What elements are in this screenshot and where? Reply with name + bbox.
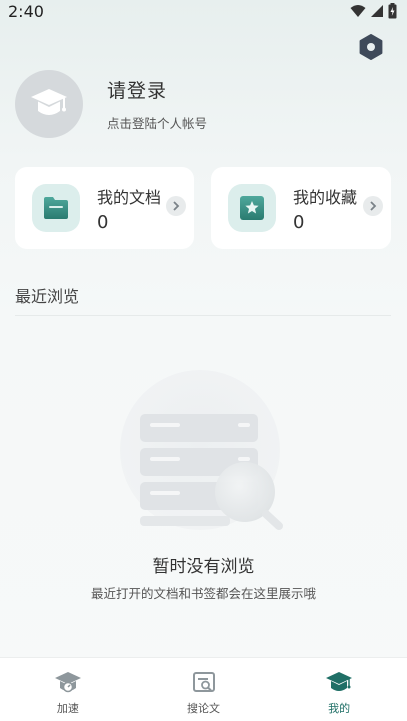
my-favorites-chevron[interactable] <box>363 196 383 216</box>
graduation-cap-speed-icon <box>54 672 81 693</box>
empty-state-illustration <box>113 368 293 538</box>
documents-icon-tile <box>32 184 80 232</box>
battery-icon <box>388 3 397 19</box>
star-bookmark-icon <box>240 196 264 220</box>
graduation-cap-icon <box>326 672 353 691</box>
tab-mine[interactable]: 我的 <box>271 658 407 721</box>
tab-search-papers[interactable]: 搜论文 <box>136 658 272 721</box>
bottom-tab-bar: 加速 搜论文 我的 <box>0 657 407 721</box>
graduation-cap-icon <box>31 89 67 115</box>
tab-accelerate-label: 加速 <box>56 702 79 715</box>
my-favorites-card[interactable]: 我的收藏 0 <box>211 167 391 249</box>
my-documents-card[interactable]: 我的文档 0 <box>15 167 194 249</box>
favorites-icon-tile <box>228 184 276 232</box>
empty-state-title: 暂时没有浏览 <box>152 557 255 577</box>
recent-section-title: 最近浏览 <box>15 287 80 306</box>
status-bar: 2:40 <box>0 0 407 22</box>
profile-header[interactable]: 请登录 点击登陆个人帐号 <box>15 70 207 138</box>
settings-hexagon-icon <box>359 34 383 60</box>
wifi-icon <box>350 5 366 17</box>
folder-icon <box>44 197 68 219</box>
my-favorites-count: 0 <box>293 211 305 233</box>
signal-icon <box>371 5 383 17</box>
my-favorites-title: 我的收藏 <box>293 187 358 207</box>
avatar[interactable] <box>15 70 83 138</box>
my-documents-count: 0 <box>97 211 109 233</box>
tab-search-papers-label: 搜论文 <box>187 702 220 715</box>
tab-mine-label: 我的 <box>328 702 351 715</box>
chevron-right-icon <box>370 201 377 211</box>
empty-server-search-icon <box>120 370 283 530</box>
section-divider <box>15 315 391 316</box>
my-documents-title: 我的文档 <box>97 187 162 207</box>
login-subtitle: 点击登陆个人帐号 <box>107 116 208 131</box>
status-time: 2:40 <box>8 1 44 21</box>
my-documents-chevron[interactable] <box>166 196 186 216</box>
status-icons <box>350 3 397 19</box>
search-paper-icon <box>192 672 215 692</box>
tab-accelerate[interactable]: 加速 <box>0 658 136 721</box>
settings-button[interactable] <box>357 33 385 61</box>
empty-state-description: 最近打开的文档和书签都会在这里展示哦 <box>90 586 316 601</box>
chevron-right-icon <box>173 201 180 211</box>
login-title[interactable]: 请登录 <box>107 76 207 103</box>
